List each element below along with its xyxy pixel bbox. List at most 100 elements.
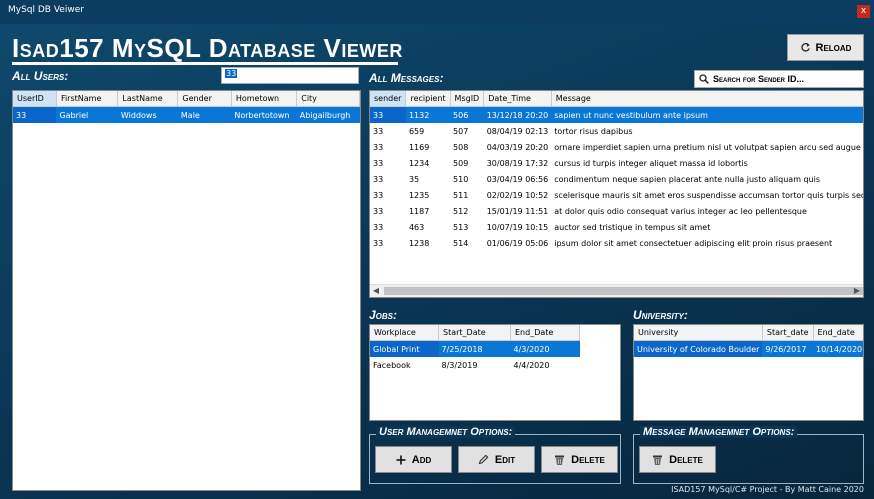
- column-header[interactable]: University: [634, 325, 763, 341]
- table-cell: 8/3/2019: [441, 360, 478, 370]
- table-row[interactable]: 33 1235 511 02/02/19 10:52 scelerisque mauri…: [370, 187, 863, 203]
- column-header[interactable]: sender: [370, 91, 407, 107]
- table-cell: at dolor quis odio consequat varius inte…: [554, 206, 807, 216]
- table-row[interactable]: 33 659 507 08/04/19 02:13 tortor risus dapib…: [370, 123, 863, 139]
- table-cell: 33: [373, 222, 384, 232]
- title-underline: [12, 62, 398, 65]
- edit-user-button[interactable]: Edit: [458, 446, 535, 473]
- table-cell: 4/3/2020: [510, 340, 580, 357]
- table-cell: Abigailburgh: [296, 106, 360, 123]
- scrollbar-thumb[interactable]: [384, 287, 863, 295]
- add-label: Add: [411, 453, 432, 466]
- column-header[interactable]: End_date: [813, 325, 863, 341]
- message-management-label: Message Managemnet Options:: [640, 426, 798, 438]
- table-cell: 15/01/19 11:51: [486, 206, 549, 216]
- table-row[interactable]: 33 463 513 10/07/19 10:15 auctor sed tristiq…: [370, 219, 863, 235]
- app-window: MySql DB Veiwer x Isad157 MySQL Database…: [0, 0, 874, 499]
- scroll-right-icon[interactable]: ▶: [851, 285, 863, 297]
- jobs-table[interactable]: Workplace Start_Date End_Date Global Print…: [369, 324, 621, 421]
- table-cell: 13/12/18 20:20: [483, 106, 552, 123]
- table-cell: 4/4/2020: [513, 360, 550, 370]
- table-cell: 33: [373, 206, 384, 216]
- table-row[interactable]: 33 35 510 03/04/19 06:56 condimentum neque s…: [370, 171, 863, 187]
- column-header[interactable]: City: [296, 91, 360, 107]
- table-cell: 33: [373, 158, 384, 168]
- trash-icon: [652, 454, 663, 466]
- table-cell: Widdows: [117, 106, 178, 123]
- table-cell: Facebook: [373, 360, 411, 370]
- table-cell: 01/06/19 05:06: [486, 238, 549, 248]
- table-row[interactable]: 33 1238 514 01/06/19 05:06 ipsum dolor sit a…: [370, 235, 863, 251]
- edit-label: Edit: [494, 453, 516, 466]
- table-cell: 511: [453, 190, 469, 200]
- table-row[interactable]: University of Colorado Boulder 9/26/2017 1…: [634, 340, 863, 357]
- column-header[interactable]: Workplace: [370, 325, 439, 341]
- table-cell: 33: [13, 106, 57, 123]
- table-cell: cursus id turpis integer aliquet massa i…: [554, 158, 748, 168]
- footer-credit: ISAD157 MySql/C# Project - By Matt Caine…: [671, 485, 864, 494]
- reload-button[interactable]: Reload: [787, 34, 864, 61]
- table-cell: 10/07/19 10:15: [486, 222, 549, 232]
- user-management-label: User Managemnet Options:: [376, 426, 516, 438]
- column-header[interactable]: recipient: [405, 91, 451, 107]
- column-header[interactable]: Message: [551, 91, 863, 107]
- table-cell: 512: [453, 206, 469, 216]
- horizontal-scrollbar[interactable]: ◀ ▶: [370, 284, 863, 297]
- message-search-input[interactable]: Search for Sender ID...: [694, 70, 864, 88]
- column-header[interactable]: Start_date: [762, 325, 814, 341]
- table-cell: 513: [453, 222, 469, 232]
- user-search-value: 33: [225, 69, 238, 78]
- table-cell: 33: [373, 126, 384, 136]
- column-header[interactable]: End_Date: [510, 325, 580, 341]
- table-cell: tortor risus dapibus: [554, 126, 633, 136]
- table-row[interactable]: Global Print 7/25/2018 4/3/2020: [370, 340, 580, 357]
- table-cell: 1187: [408, 206, 430, 216]
- table-cell: sapien ut nunc vestibulum ante ipsum: [551, 106, 863, 123]
- users-table[interactable]: UserID FirstName LastName Gender Hometown Cit…: [12, 90, 361, 491]
- refresh-icon: [800, 42, 811, 53]
- table-cell: Norbertotown: [231, 106, 297, 123]
- table-row[interactable]: 33 1234 509 30/08/19 17:32 cursus id turpis …: [370, 155, 863, 171]
- table-cell: 508: [453, 142, 469, 152]
- delete-message-button[interactable]: Delete: [639, 446, 716, 473]
- table-cell: 04/03/19 20:20: [486, 142, 549, 152]
- table-cell: ipsum dolor sit amet consectetuer adipis…: [554, 238, 833, 248]
- table-cell: 1169: [408, 142, 430, 152]
- table-row[interactable]: 33 1187 512 15/01/19 11:51 at dolor quis odi…: [370, 203, 863, 219]
- column-header[interactable]: FirstName: [56, 91, 119, 107]
- delete-user-button[interactable]: Delete: [541, 446, 618, 473]
- plus-icon: [396, 455, 406, 465]
- column-header[interactable]: LastName: [117, 91, 179, 107]
- delete-message-label: Delete: [669, 453, 703, 466]
- table-cell: 9/26/2017: [762, 340, 814, 357]
- close-button[interactable]: x: [857, 5, 870, 18]
- add-user-button[interactable]: Add: [375, 446, 452, 473]
- scroll-left-icon[interactable]: ◀: [370, 285, 382, 297]
- table-cell: 10/14/2020: [813, 340, 863, 357]
- table-cell: Gabriel: [56, 106, 118, 123]
- column-header[interactable]: Hometown: [231, 91, 298, 107]
- column-header[interactable]: Date_Time: [483, 91, 552, 107]
- table-cell: University of Colorado Boulder: [634, 340, 763, 357]
- table-cell: 506: [450, 106, 484, 123]
- university-table[interactable]: University Start_date End_date University …: [633, 324, 864, 421]
- table-cell: 1132: [405, 106, 451, 123]
- trash-icon: [554, 454, 565, 466]
- column-header[interactable]: MsgID: [450, 91, 485, 107]
- table-cell: condimentum neque sapien placerat ante n…: [554, 174, 821, 184]
- table-cell: 1238: [408, 238, 430, 248]
- table-row[interactable]: Facebook 8/3/2019 4/4/2020: [370, 357, 580, 373]
- users-heading: All Users:: [12, 69, 69, 83]
- table-cell: 33: [373, 190, 384, 200]
- table-cell: 659: [408, 126, 425, 136]
- messages-table[interactable]: sender recipient MsgID Date_Time Message 33 1…: [369, 90, 864, 298]
- column-header[interactable]: Gender: [177, 91, 232, 107]
- user-search-input[interactable]: 33: [221, 67, 359, 84]
- table-cell: 33: [373, 142, 384, 152]
- column-header[interactable]: UserID: [13, 91, 57, 107]
- table-row[interactable]: 33 Gabriel Widdows Male Norbertotown Abigailb…: [13, 106, 360, 123]
- table-cell: 08/04/19 02:13: [486, 126, 549, 136]
- table-row[interactable]: 33 1132 506 13/12/18 20:20 sapien ut nunc ve…: [370, 106, 863, 123]
- column-header[interactable]: Start_Date: [438, 325, 511, 341]
- table-row[interactable]: 33 1169 508 04/03/19 20:20 ornare imperdiet …: [370, 139, 863, 155]
